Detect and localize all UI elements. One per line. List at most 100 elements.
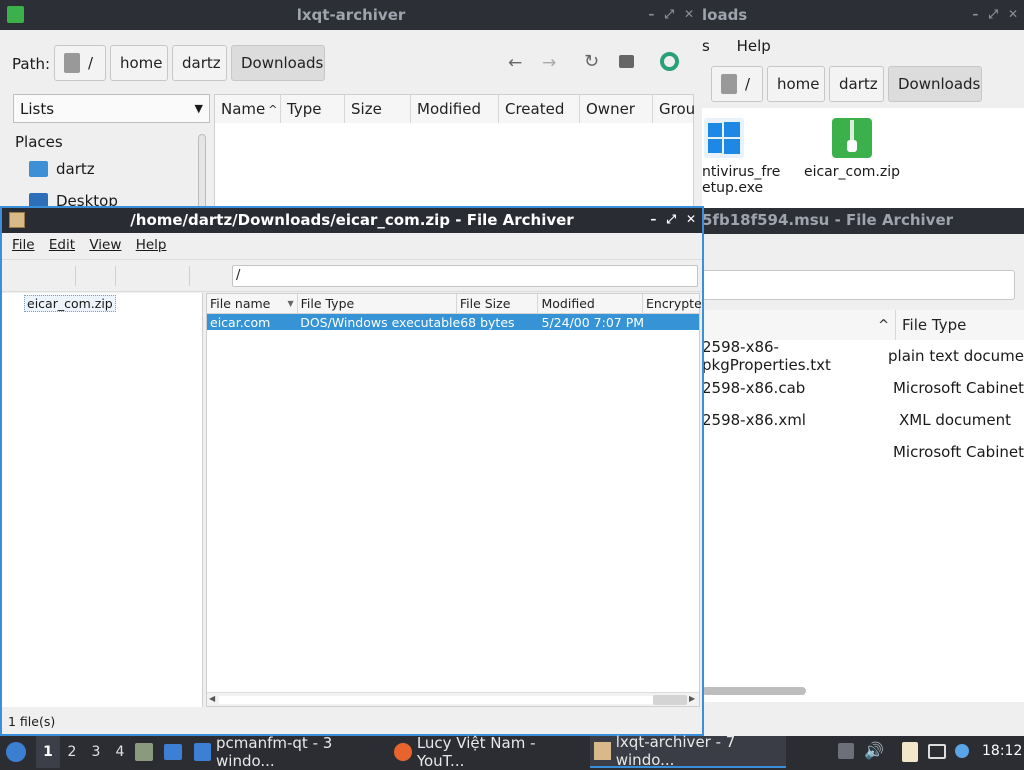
maximize-icon[interactable]: ⤢ bbox=[666, 212, 676, 227]
location-input[interactable] bbox=[702, 270, 1015, 300]
breadcrumb: / home dartz Downloads bbox=[711, 66, 982, 102]
menu-tools[interactable]: s bbox=[702, 37, 710, 55]
show-desktop-icon[interactable] bbox=[164, 744, 182, 760]
menu-help[interactable]: Help bbox=[737, 37, 771, 55]
breadcrumb-downloads[interactable]: Downloads bbox=[231, 45, 325, 81]
col-group[interactable]: Grou bbox=[653, 95, 695, 123]
horizontal-scrollbar[interactable]: ◀ ▶ bbox=[207, 692, 699, 706]
desktop-3[interactable]: 3 bbox=[84, 744, 108, 760]
col-name[interactable]: Name ^ bbox=[215, 95, 281, 123]
network-icon[interactable] bbox=[928, 744, 946, 759]
desktop-1[interactable]: 1 bbox=[36, 736, 60, 768]
refresh-icon[interactable]: ↻ bbox=[584, 51, 599, 72]
breadcrumb-root[interactable]: / bbox=[711, 66, 763, 102]
places-item-dartz[interactable]: dartz bbox=[29, 160, 95, 178]
col-file-size[interactable]: File Size bbox=[456, 294, 539, 313]
col-modified[interactable]: Modified bbox=[411, 95, 499, 123]
task-pcmanfm[interactable]: pcmanfm-qt - 3 windo... bbox=[194, 734, 386, 770]
location-input[interactable]: / bbox=[232, 265, 698, 287]
close-icon[interactable]: ✕ bbox=[686, 212, 696, 227]
col-created[interactable]: Created bbox=[499, 95, 580, 123]
view-select[interactable]: Lists ▼ bbox=[13, 94, 210, 123]
settings-gear-icon[interactable] bbox=[660, 52, 679, 71]
col-modified[interactable]: Modified bbox=[538, 294, 643, 313]
drive-icon bbox=[64, 53, 80, 73]
col-owner[interactable]: Owner bbox=[580, 95, 653, 123]
cell-file-type: DOS/Windows executable bbox=[300, 314, 461, 330]
horizontal-scrollbar[interactable] bbox=[702, 687, 806, 695]
archive-launcher-icon[interactable] bbox=[135, 743, 153, 761]
breadcrumb-dartz[interactable]: dartz bbox=[172, 45, 227, 81]
start-menu-icon[interactable] bbox=[6, 742, 26, 762]
task-lxqt-archiver[interactable]: lxqt-archiver - 7 windo... bbox=[590, 733, 786, 769]
taskbar: 1 2 3 4 pcmanfm-qt - 3 windo... Lucy Việ… bbox=[0, 733, 1024, 770]
windows-installer-icon bbox=[704, 118, 744, 158]
toolbar-separator bbox=[189, 266, 190, 286]
tree-item-eicar-zip[interactable]: eicar_com.zip bbox=[24, 295, 116, 312]
desktop-4[interactable]: 4 bbox=[108, 744, 132, 760]
file-list: ^ File Type 2598-x86-pkgProperties.txt p… bbox=[702, 310, 1024, 702]
close-icon[interactable]: ✕ bbox=[1008, 7, 1018, 22]
scroll-left-icon[interactable]: ◀ bbox=[209, 694, 215, 703]
col-size[interactable]: Size bbox=[345, 95, 411, 123]
breadcrumb-home[interactable]: home bbox=[767, 66, 825, 102]
breadcrumb-root[interactable]: / bbox=[54, 45, 106, 81]
file-list: Name ^ Type Size Modified Created Owner G… bbox=[214, 94, 695, 210]
eject-icon[interactable] bbox=[838, 743, 854, 759]
home-folder-icon bbox=[29, 161, 48, 177]
col-file-name[interactable]: File name ▼ bbox=[207, 294, 298, 313]
archiver-app-icon bbox=[594, 742, 611, 760]
menu-edit[interactable]: Edit bbox=[49, 237, 75, 253]
file-list-header: Name ^ Type Size Modified Created Owner G… bbox=[215, 95, 695, 123]
col-type[interactable]: Type bbox=[281, 95, 345, 123]
file-item-eicar-zip[interactable]: eicar_com.zip bbox=[802, 118, 902, 180]
table-row[interactable]: 2598-x86.xml XML document bbox=[702, 404, 1024, 436]
firefox-icon bbox=[394, 743, 412, 761]
breadcrumb-downloads[interactable]: Downloads bbox=[888, 66, 982, 102]
file-dialog-window: lxqt-archiver – ⤢ ✕ Path: / home dartz D… bbox=[0, 0, 702, 210]
new-folder-icon[interactable] bbox=[619, 55, 634, 68]
table-row[interactable]: 2598-x86.cab Microsoft Cabinet bbox=[702, 372, 1024, 404]
scrollbar-track[interactable] bbox=[219, 696, 653, 704]
maximize-icon[interactable]: ⤢ bbox=[664, 7, 674, 22]
toolbar-separator bbox=[115, 266, 116, 286]
table-row[interactable]: eicar.com DOS/Windows executable 68 byte… bbox=[207, 314, 699, 330]
close-icon[interactable]: ✕ bbox=[684, 7, 694, 22]
minimize-icon[interactable]: – bbox=[648, 7, 654, 22]
places-scrollbar[interactable] bbox=[198, 134, 206, 210]
menu-help[interactable]: Help bbox=[136, 237, 167, 253]
cell-modified: 5/24/00 7:07 PM bbox=[541, 314, 645, 330]
file-list-header: File name ▼ File Type File Size Modified … bbox=[207, 294, 702, 314]
menubar: s Help bbox=[702, 37, 781, 55]
file-item-antivirus[interactable]: ntivirus_fre etup.exe bbox=[702, 118, 792, 196]
desktop-switcher: 1 2 3 4 bbox=[36, 736, 132, 768]
col-file-type[interactable]: File Type bbox=[896, 310, 1024, 340]
minimize-icon[interactable]: – bbox=[650, 212, 656, 227]
back-icon[interactable]: ← bbox=[508, 53, 522, 73]
forward-icon[interactable]: → bbox=[542, 53, 556, 73]
scroll-right-icon[interactable]: ▶ bbox=[689, 694, 695, 703]
col-file-type[interactable]: File Type bbox=[297, 294, 457, 313]
window-title: lxqt-archiver bbox=[296, 6, 406, 24]
folder-icon bbox=[194, 743, 212, 761]
file-dialog-titlebar: lxqt-archiver – ⤢ ✕ bbox=[0, 0, 702, 30]
col-name[interactable]: ^ bbox=[702, 310, 896, 340]
table-row[interactable]: 2598-x86-pkgProperties.txt plain text do… bbox=[702, 338, 1024, 374]
notification-icon[interactable] bbox=[955, 744, 969, 758]
clock[interactable]: 18:12 bbox=[982, 743, 1022, 759]
task-firefox[interactable]: Lucy Việt Nam - YouT... bbox=[394, 734, 586, 770]
breadcrumb-home[interactable]: home bbox=[110, 45, 168, 81]
drive-icon bbox=[721, 74, 737, 94]
breadcrumb-dartz[interactable]: dartz bbox=[829, 66, 884, 102]
maximize-icon[interactable]: ⤢ bbox=[988, 7, 998, 22]
col-encrypted[interactable]: Encrypte bbox=[643, 294, 702, 313]
volume-icon[interactable]: 🔊 bbox=[864, 741, 884, 760]
scrollbar-thumb[interactable] bbox=[653, 695, 687, 705]
menu-file[interactable]: File bbox=[12, 237, 35, 253]
file-list-header: ^ File Type bbox=[702, 310, 1024, 340]
clipboard-icon[interactable] bbox=[902, 742, 918, 762]
table-row[interactable]: Microsoft Cabinet bbox=[702, 436, 1024, 468]
desktop-2[interactable]: 2 bbox=[60, 744, 84, 760]
menu-view[interactable]: View bbox=[89, 237, 121, 253]
minimize-icon[interactable]: – bbox=[972, 7, 978, 22]
